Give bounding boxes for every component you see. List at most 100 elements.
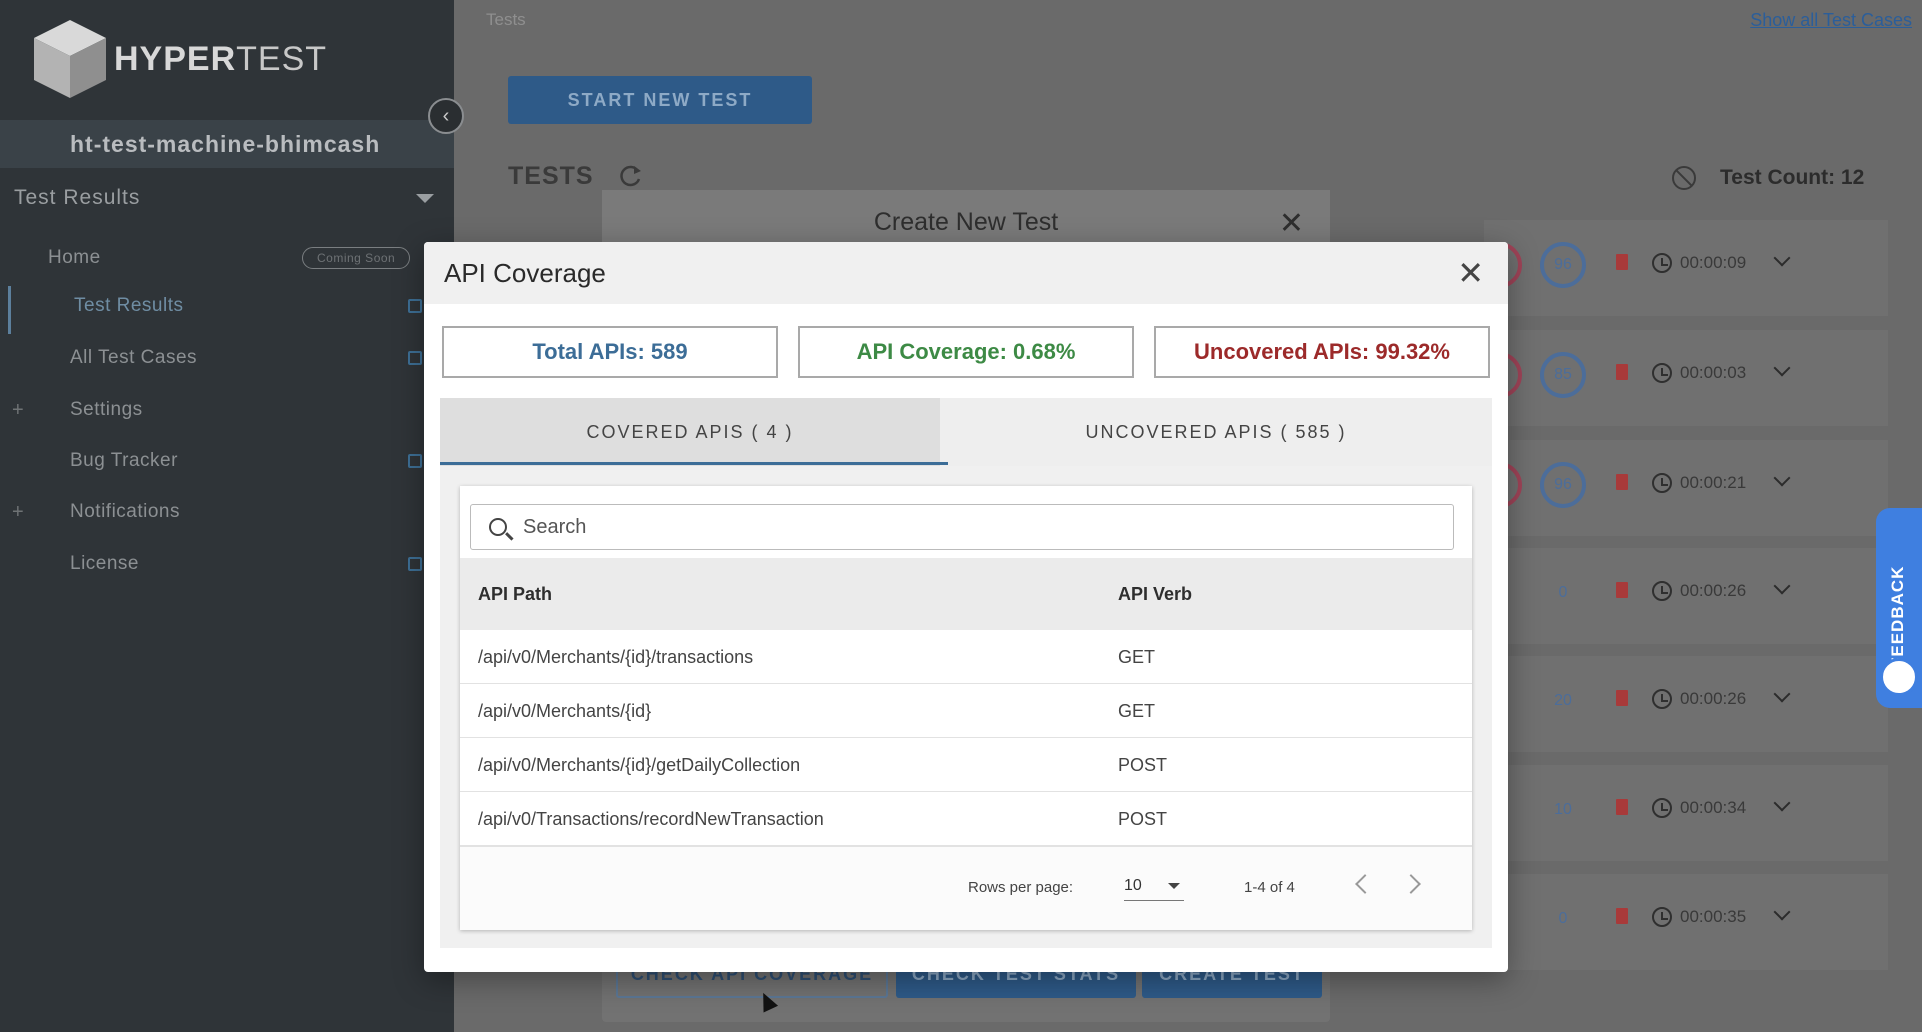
table-pagination: Rows per page: 10 1-4 of 4 xyxy=(460,846,1472,930)
close-icon[interactable]: ✕ xyxy=(1457,254,1484,292)
tests-heading: TESTS xyxy=(508,162,594,190)
column-api-verb[interactable]: API Verb xyxy=(1118,584,1192,605)
pagination-range: 1-4 of 4 xyxy=(1244,879,1295,896)
duration: 00:00:21 xyxy=(1680,473,1747,492)
close-icon[interactable]: ✕ xyxy=(1279,206,1304,241)
next-page-icon[interactable] xyxy=(1401,874,1421,894)
rows-per-page-select[interactable]: 10 xyxy=(1124,873,1184,901)
chevron-down-icon[interactable] xyxy=(1773,469,1791,487)
test-row[interactable]: 0 20 00:00:26 xyxy=(1484,656,1888,752)
score-ring: 0 xyxy=(1558,584,1568,601)
chevron-down-icon[interactable] xyxy=(1773,577,1791,595)
caret-down-icon xyxy=(416,193,434,203)
api-verb-cell: POST xyxy=(1118,809,1168,829)
show-all-test-cases-link[interactable]: Show all Test Cases xyxy=(1750,10,1912,31)
delete-icon[interactable] xyxy=(1616,582,1628,598)
delete-icon[interactable] xyxy=(1616,690,1628,706)
test-row[interactable]: 0 0 00:00:35 xyxy=(1484,874,1888,970)
api-verb-cell: GET xyxy=(1118,647,1156,667)
sidebar: HYPERTEST ht-test-machine-bhimcash ‹ Tes… xyxy=(0,0,464,1032)
search-input[interactable] xyxy=(523,513,1423,541)
delete-icon[interactable] xyxy=(1616,474,1628,490)
external-link-icon xyxy=(408,299,422,313)
test-row[interactable]: 5 96 00:00:21 xyxy=(1476,440,1888,536)
table-row[interactable]: /api/v0/Merchants/{id}/getDailyCollectio… xyxy=(460,738,1472,792)
table-row[interactable]: /api/v0/Transactions/recordNewTransactio… xyxy=(460,792,1472,846)
sidebar-item-home[interactable]: Home Coming Soon xyxy=(0,238,454,278)
chevron-down-icon[interactable] xyxy=(1773,794,1791,812)
delete-icon[interactable] xyxy=(1616,364,1628,380)
score-ring: 96 xyxy=(1540,462,1586,508)
duration: 00:00:34 xyxy=(1680,798,1747,817)
start-new-test-button[interactable]: START NEW TEST xyxy=(508,76,812,124)
breadcrumb[interactable]: Tests xyxy=(486,10,526,30)
tab-covered-apis[interactable]: COVERED APIS ( 4 ) xyxy=(440,398,940,466)
chevron-down-icon[interactable] xyxy=(1773,249,1791,267)
api-path-cell: /api/v0/Merchants/{id}/getDailyCollectio… xyxy=(478,755,801,775)
api-coverage-stat: API Coverage: 0.68% xyxy=(798,326,1134,378)
sidebar-item-bug-tracker[interactable]: Bug Tracker xyxy=(0,441,454,481)
duration: 00:00:26 xyxy=(1680,581,1747,600)
chevron-down-icon[interactable] xyxy=(1773,903,1791,921)
block-icon[interactable] xyxy=(1672,166,1696,190)
api-path-cell: /api/v0/Transactions/recordNewTransactio… xyxy=(478,809,824,829)
sidebar-item-label: Notifications xyxy=(70,501,180,522)
delete-icon[interactable] xyxy=(1616,254,1628,270)
coming-soon-badge: Coming Soon xyxy=(302,247,411,269)
test-row[interactable]: 0 85 00:00:03 xyxy=(1476,330,1888,426)
duration: 00:00:09 xyxy=(1680,253,1747,272)
external-link-icon xyxy=(408,351,422,365)
api-path-cell: /api/v0/Merchants/{id} xyxy=(478,701,652,721)
sidebar-item-test-results[interactable]: Test Results xyxy=(0,286,454,334)
modal-header: API Coverage ✕ xyxy=(424,242,1508,304)
chevron-left-icon: ‹ xyxy=(442,104,450,127)
sidebar-item-settings[interactable]: + Settings xyxy=(0,390,454,430)
clock-icon xyxy=(1652,473,1672,493)
delete-icon[interactable] xyxy=(1616,799,1628,815)
brand-logo[interactable]: HYPERTEST xyxy=(32,18,327,100)
sidebar-item-all-test-cases[interactable]: All Test Cases xyxy=(0,338,454,378)
previous-page-icon[interactable] xyxy=(1355,874,1375,894)
table-row[interactable]: /api/v0/Merchants/{id} GET xyxy=(460,684,1472,738)
clock-icon xyxy=(1652,907,1672,927)
active-tab-indicator xyxy=(440,462,948,465)
feedback-tab[interactable]: FEEDBACK xyxy=(1876,508,1922,708)
api-verb-cell: POST xyxy=(1118,755,1168,775)
sidebar-item-label: Home xyxy=(48,247,101,268)
column-api-path[interactable]: API Path xyxy=(478,584,552,605)
section-label: Test Results xyxy=(14,186,141,209)
score-ring: 20 xyxy=(1554,692,1572,709)
test-row[interactable]: 3 96 00:00:09 xyxy=(1476,220,1888,316)
feedback-emoji-icon xyxy=(1880,658,1918,696)
search-box[interactable] xyxy=(470,504,1454,550)
sidebar-item-label: Test Results xyxy=(74,295,184,316)
section-test-results[interactable]: Test Results xyxy=(14,186,434,210)
duration: 00:00:35 xyxy=(1680,907,1747,926)
feedback-label: FEEDBACK xyxy=(1888,565,1907,668)
plus-icon: + xyxy=(12,500,25,523)
delete-icon[interactable] xyxy=(1616,908,1628,924)
coverage-tabs: COVERED APIS ( 4 ) UNCOVERED APIS ( 585 … xyxy=(440,398,1492,466)
sidebar-item-label: Bug Tracker xyxy=(70,450,178,471)
sidebar-item-license[interactable]: License xyxy=(0,544,454,584)
table-row[interactable]: /api/v0/Merchants/{id}/transactions GET xyxy=(460,630,1472,684)
duration: 00:00:03 xyxy=(1680,363,1747,382)
collapse-sidebar-button[interactable]: ‹ xyxy=(428,98,464,134)
clock-icon xyxy=(1652,689,1672,709)
refresh-icon[interactable] xyxy=(616,162,644,190)
modal-title: Create New Test xyxy=(873,207,1059,236)
score-ring: 10 xyxy=(1554,801,1572,818)
sidebar-item-notifications[interactable]: + Notifications xyxy=(0,492,454,532)
sidebar-item-label: License xyxy=(70,553,139,574)
test-row[interactable]: 0 10 00:00:34 xyxy=(1484,765,1888,861)
modal-title: API Coverage xyxy=(444,258,606,288)
plus-icon: + xyxy=(12,398,25,421)
test-row[interactable]: 0 0 00:00:26 xyxy=(1484,548,1888,644)
table-header: API Path API Verb xyxy=(460,558,1472,630)
chevron-down-icon[interactable] xyxy=(1773,359,1791,377)
chevron-down-icon[interactable] xyxy=(1773,685,1791,703)
rows-per-page-label: Rows per page: xyxy=(968,879,1074,896)
tab-uncovered-apis[interactable]: UNCOVERED APIS ( 585 ) xyxy=(940,398,1492,466)
test-count: Test Count: 12 xyxy=(1720,166,1865,189)
rows-per-page-value: 10 xyxy=(1124,877,1142,894)
